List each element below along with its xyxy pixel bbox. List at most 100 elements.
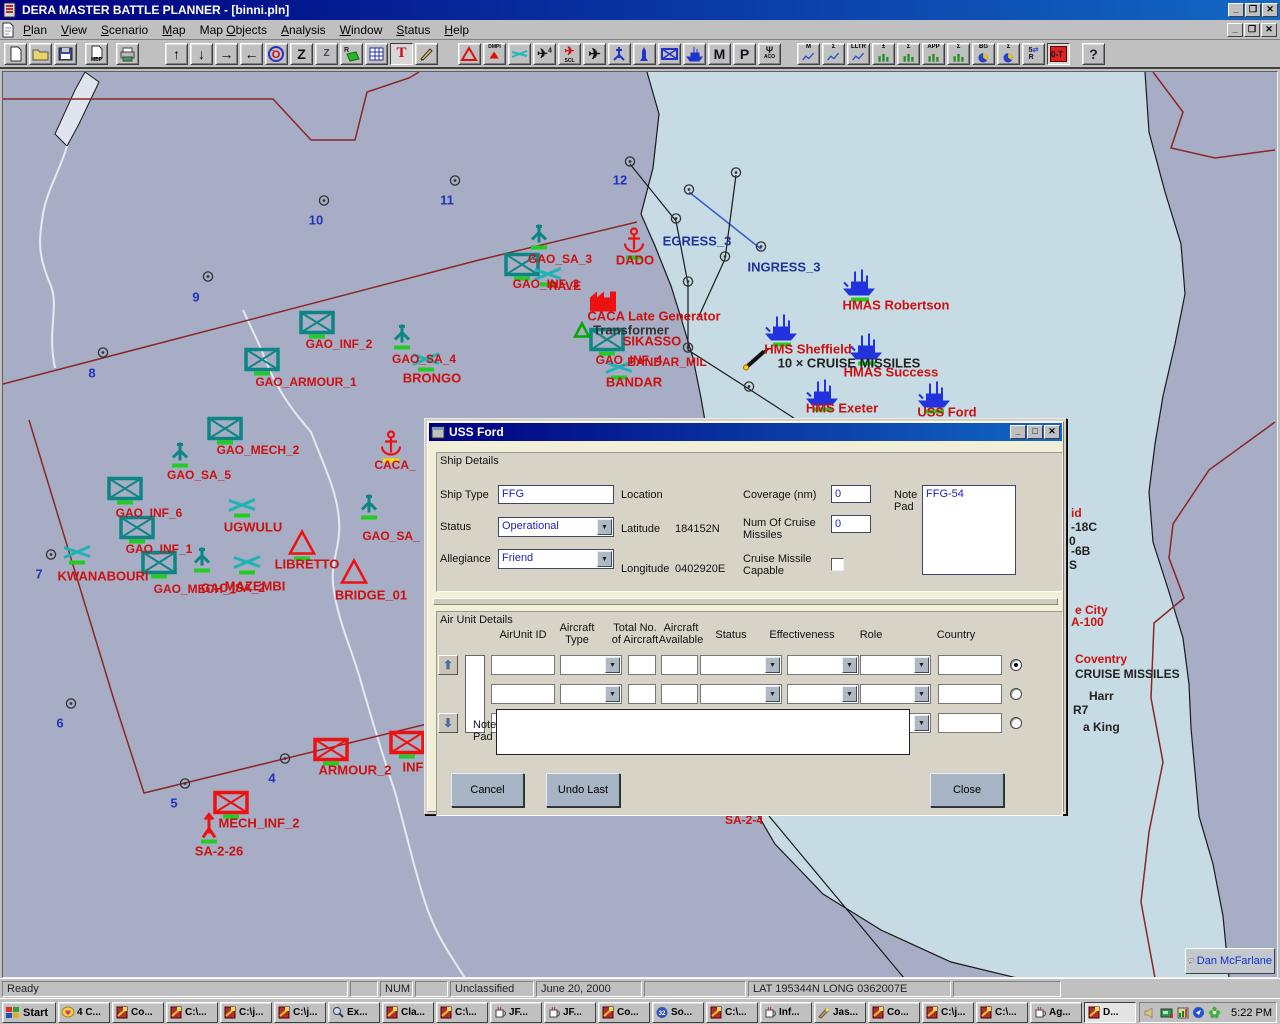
zoom-in-button[interactable]: Z xyxy=(290,43,313,65)
wp-map-icon[interactable] xyxy=(448,174,462,193)
status-combo[interactable]: Operational ▼ xyxy=(498,517,614,537)
taskbar-task-14[interactable]: Jas... xyxy=(814,1002,866,1023)
cruise-capable-checkbox[interactable] xyxy=(831,558,844,571)
wp-map-icon[interactable] xyxy=(754,240,768,259)
uss-ford-dialog[interactable]: USS Ford _ □ ✕ Ship Details Ship Type FF… xyxy=(424,418,1067,815)
wp-map-icon[interactable] xyxy=(718,250,732,269)
wp-map-icon[interactable] xyxy=(201,270,215,289)
grid-view-button[interactable] xyxy=(365,43,388,65)
dialog-maximize-button[interactable]: □ xyxy=(1027,425,1043,439)
print-button[interactable] xyxy=(116,43,139,65)
sum-pie-button[interactable]: Σ xyxy=(997,43,1020,65)
num-cruise-field[interactable]: 0 xyxy=(831,515,871,533)
ship-type-field[interactable]: FFG xyxy=(498,485,614,504)
taskbar-task-2[interactable]: C:\... xyxy=(166,1002,218,1023)
wp-map-icon[interactable] xyxy=(681,275,695,294)
edit-pencil-button[interactable] xyxy=(415,43,438,65)
row-select-radio[interactable] xyxy=(1010,717,1022,729)
role-combo[interactable]: ▼ xyxy=(860,684,931,704)
mail-tool-button[interactable] xyxy=(658,43,681,65)
status-combo[interactable]: ▼ xyxy=(700,684,782,704)
open-file-button[interactable] xyxy=(29,43,52,65)
wp-map-icon[interactable] xyxy=(96,346,110,365)
dialog-minimize-button[interactable]: _ xyxy=(1010,425,1026,439)
help-button[interactable]: ? xyxy=(1082,43,1105,65)
close-button[interactable]: ✕ xyxy=(1262,3,1278,17)
country-field[interactable] xyxy=(938,684,1002,704)
taskbar-task-6[interactable]: Cla... xyxy=(382,1002,434,1023)
allegiance-combo[interactable]: Friend ▼ xyxy=(498,549,614,569)
aco-tool-button[interactable]: ΨACO xyxy=(758,43,781,65)
chevron-down-icon[interactable]: ▼ xyxy=(765,657,780,673)
new-file-button[interactable] xyxy=(4,43,27,65)
wp-map-icon[interactable] xyxy=(682,183,696,202)
country-field[interactable] xyxy=(938,655,1002,675)
dmpi-button[interactable]: DMPI xyxy=(483,43,506,65)
zoom-out-button[interactable]: Z xyxy=(315,43,338,65)
ship-tool-button[interactable] xyxy=(683,43,706,65)
wp-map-icon[interactable] xyxy=(317,194,331,213)
chevron-down-icon[interactable]: ▼ xyxy=(914,657,929,673)
airunit-id-field[interactable] xyxy=(491,684,555,704)
restore-button[interactable]: ❐ xyxy=(1245,3,1261,17)
menu-item-status[interactable]: Status xyxy=(389,21,437,39)
air-notepad-field[interactable] xyxy=(496,709,910,755)
dialog-close-button[interactable]: ✕ xyxy=(1044,425,1060,439)
sum-graph-button[interactable]: Σ xyxy=(822,43,845,65)
taskbar-task-18[interactable]: Ag... xyxy=(1030,1002,1082,1023)
row-select-radio[interactable] xyxy=(1010,688,1022,700)
document-icon[interactable] xyxy=(0,22,16,38)
plane-map-icon[interactable] xyxy=(349,489,389,532)
taskbar-task-15[interactable]: Co... xyxy=(868,1002,920,1023)
aircraft-available-field[interactable] xyxy=(661,655,698,675)
icq-flower-icon[interactable] xyxy=(1208,1006,1221,1019)
taskbar-task-4[interactable]: C:\j... xyxy=(274,1002,326,1023)
aircraft-available-field[interactable] xyxy=(661,684,698,704)
bg-pie-button[interactable]: BG xyxy=(972,43,995,65)
clock[interactable]: 5:22 PM xyxy=(1231,1007,1272,1019)
wp-map-icon[interactable] xyxy=(742,380,756,399)
taskbar-task-3[interactable]: C:\j... xyxy=(220,1002,272,1023)
messenger-icon[interactable] xyxy=(1192,1006,1205,1019)
airunit-id-field[interactable] xyxy=(491,655,555,675)
minimize-button[interactable]: _ xyxy=(1228,3,1244,17)
taskbar-task-13[interactable]: Inf... xyxy=(760,1002,812,1023)
chevron-down-icon[interactable]: ▼ xyxy=(842,686,857,702)
aircraft-type-combo[interactable]: ▼ xyxy=(560,655,622,675)
taskbar-task-17[interactable]: C:\... xyxy=(976,1002,1028,1023)
text-labels-button[interactable]: T xyxy=(390,43,413,65)
menu-item-view[interactable]: View xyxy=(54,21,94,39)
app-bars-button[interactable]: APP xyxy=(922,43,945,65)
taskbar-task-9[interactable]: JF... xyxy=(544,1002,596,1023)
total-aircraft-field[interactable] xyxy=(628,655,656,675)
mbp-document-button[interactable]: MBP xyxy=(85,43,108,65)
save-file-button[interactable] xyxy=(54,43,77,65)
effectiveness-combo[interactable]: ▼ xyxy=(787,684,859,704)
m-tool-button[interactable]: M xyxy=(708,43,731,65)
dialog-title-bar[interactable]: USS Ford _ □ ✕ xyxy=(429,423,1062,441)
speaker-icon[interactable] xyxy=(1144,1007,1157,1019)
chevron-down-icon[interactable]: ▼ xyxy=(842,657,857,673)
wp-map-icon[interactable] xyxy=(623,155,637,174)
taskbar-task-16[interactable]: C:\j... xyxy=(922,1002,974,1023)
close-dialog-button[interactable]: Close xyxy=(930,773,1004,807)
total-aircraft-field[interactable] xyxy=(628,684,656,704)
menu-item-window[interactable]: Window xyxy=(333,21,390,39)
taskbar-task-0[interactable]: 4 C... xyxy=(58,1002,110,1023)
cancel-button[interactable]: Cancel xyxy=(451,773,524,807)
redraw-map-button[interactable]: R xyxy=(340,43,363,65)
country-field[interactable] xyxy=(938,713,1002,733)
taskbar-task-19[interactable]: D... xyxy=(1084,1002,1136,1023)
center-view-button[interactable]: Oc xyxy=(265,43,288,65)
menu-item-map-objects[interactable]: Map Objects xyxy=(193,21,274,39)
m-graph-button[interactable]: M xyxy=(797,43,820,65)
coverage-field[interactable]: 0 xyxy=(831,485,871,503)
menu-item-analysis[interactable]: Analysis xyxy=(274,21,333,39)
chevron-down-icon[interactable]: ▼ xyxy=(914,715,929,731)
taskbar-task-7[interactable]: C:\... xyxy=(436,1002,488,1023)
taskbar-task-8[interactable]: JF... xyxy=(490,1002,542,1023)
row-down-button[interactable]: ⬇ xyxy=(438,713,458,733)
effectiveness-combo[interactable]: ▼ xyxy=(787,655,859,675)
child-minimize-button[interactable]: _ xyxy=(1227,23,1243,37)
wp-map-icon[interactable] xyxy=(178,777,192,796)
